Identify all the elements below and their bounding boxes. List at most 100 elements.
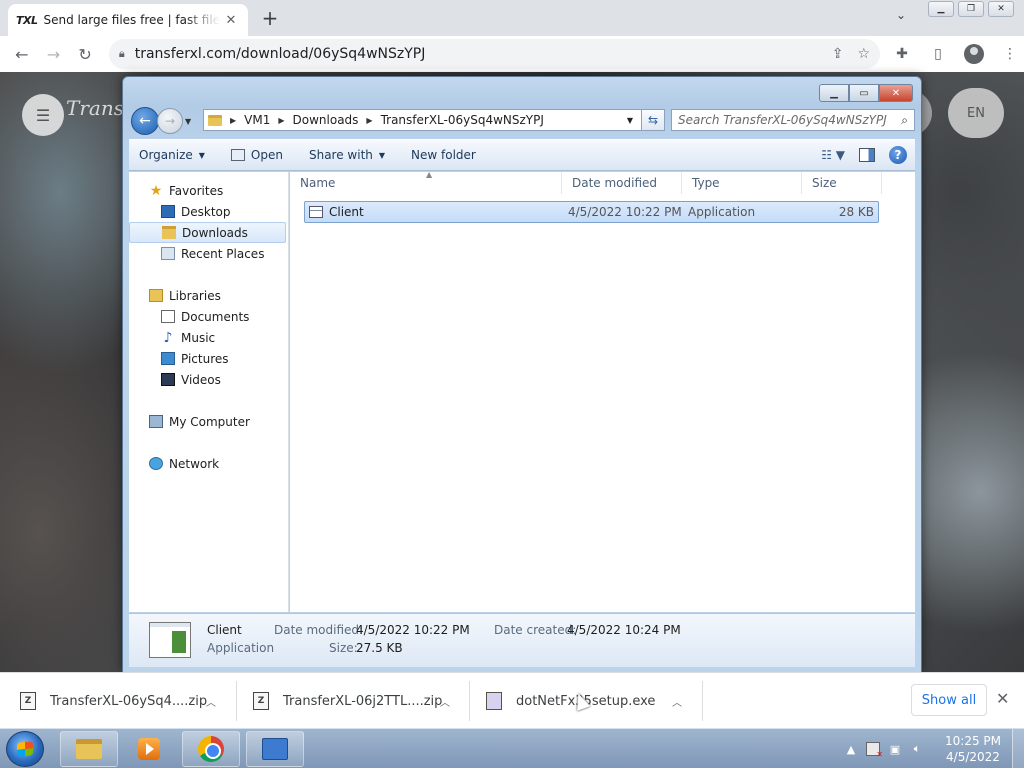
details-pane: Client Application Date modified: 4/5/20… [129,613,915,667]
show-hidden-icons-icon[interactable]: ▲ [844,742,858,756]
nav-network[interactable]: Network [129,453,288,474]
show-all-button[interactable]: Show all [911,684,987,716]
nav-documents[interactable]: Documents [129,306,288,327]
window-controls: ▁ ❐ ✕ [928,1,1014,17]
new-tab-icon[interactable]: + [258,6,282,30]
address-url[interactable]: transferxl.com/download/06ySq4wNSzYPJ [135,46,426,62]
control-panel-icon [262,738,288,760]
download-options-caret-icon[interactable]: ︿ [440,694,450,709]
column-header-date-modified[interactable]: Date modified [562,172,682,194]
download-item[interactable]: dotNetFx35setup.exe [486,673,655,729]
download-options-caret-icon[interactable]: ︿ [206,694,216,709]
help-icon[interactable]: ? [889,146,907,164]
address-bar[interactable]: 🔒︎ transferxl.com/download/06ySq4wNSzYPJ… [108,39,880,69]
download-item[interactable]: Z TransferXL-06ySq4....zip [20,673,207,729]
column-header-type[interactable]: Type [682,172,802,194]
explorer-address-bar[interactable]: ▶ VM1 ▶ Downloads ▶ TransferXL-06ySq4wNS… [203,109,665,131]
new-folder-label: New folder [411,148,476,162]
restore-icon[interactable]: ❐ [958,1,984,17]
taskbar-chrome-button[interactable] [182,731,240,767]
recent-pages-dropdown-icon[interactable]: ▼ [185,117,191,126]
explorer-search-box[interactable]: ⌕ [671,109,915,131]
nav-label: Downloads [182,225,248,240]
nav-favorites[interactable]: ★ Favorites [129,180,288,201]
tab-search-chevron-icon[interactable]: ⌄ [896,8,906,22]
tab-close-icon[interactable]: ✕ [222,11,240,29]
explorer-minimize-icon[interactable]: ▁ [819,84,849,102]
details-date-created-label: Date created: [494,623,577,637]
application-icon [309,206,323,218]
start-button-icon[interactable] [6,731,44,767]
new-folder-button[interactable]: New folder [411,148,476,162]
taskbar: ▲ ▣ 🔈︎ 10:25 PM 4/5/2022 [0,728,1024,768]
change-view-icon[interactable]: ☷ ▼ [821,148,845,162]
caret-down-icon: ▼ [198,150,205,160]
volume-icon[interactable]: 🔈︎ [910,742,924,756]
site-hamburger-menu-icon[interactable]: ☰ [22,94,64,136]
taskbar-explorer-button[interactable] [60,731,118,767]
close-download-bar-icon[interactable]: ✕ [996,689,1009,708]
minimize-icon[interactable]: ▁ [928,1,954,17]
back-arrow-icon[interactable]: ← [6,38,38,70]
explorer-nav-buttons: ← → ▼ [131,107,191,135]
nav-libraries[interactable]: Libraries [129,285,288,306]
chrome-menu-icon[interactable]: ⋮ [996,40,1024,68]
search-icon[interactable]: ⌕ [901,113,908,128]
close-icon[interactable]: ✕ [988,1,1014,17]
extensions-puzzle-icon[interactable]: ✚ [888,40,916,68]
nav-desktop[interactable]: Desktop [129,201,288,222]
zip-file-icon: Z [253,692,269,710]
browser-toolbar: ← → ↻ 🔒︎ transferxl.com/download/06ySq4w… [0,36,1024,72]
download-options-caret-icon[interactable]: ︿ [672,694,682,709]
taskbar-clock[interactable]: 10:25 PM 4/5/2022 [940,733,1006,765]
nav-music[interactable]: ♪ Music [129,327,288,348]
folder-icon [208,114,222,126]
forward-arrow-icon[interactable]: → [38,38,70,70]
taskbar-media-player-button[interactable] [120,731,178,767]
details-size-label: Size: [329,641,358,655]
column-header-size[interactable]: Size [802,172,882,194]
breadcrumb-downloads[interactable]: Downloads [293,113,359,127]
reload-icon[interactable]: ↻ [69,38,101,70]
nav-my-computer[interactable]: My Computer [129,411,288,432]
breadcrumb-current-folder[interactable]: TransferXL-06ySq4wNSzYPJ [381,113,544,127]
nav-pictures[interactable]: Pictures [129,348,288,369]
chevron-right-icon[interactable]: ▶ [230,116,236,125]
network-icon[interactable]: ▣ [888,742,902,756]
share-with-button[interactable]: Share with ▼ [309,148,385,162]
file-row[interactable]: Client 4/5/2022 10:22 PM Application 28 … [304,201,879,223]
explorer-search-input[interactable] [678,113,888,127]
explorer-forward-icon[interactable]: → [157,108,183,134]
side-panel-icon[interactable]: ▯ [924,40,952,68]
nav-label: Pictures [181,351,229,366]
profile-avatar-icon[interactable] [960,40,988,68]
nav-label: Music [181,330,216,345]
nav-label: Videos [181,372,221,387]
explorer-maximize-icon[interactable]: ▭ [849,84,879,102]
nav-recent-places[interactable]: Recent Places [129,243,288,264]
column-header-name[interactable]: Name ▲ [290,170,562,194]
refresh-icon[interactable]: ⇆ [641,109,665,131]
nav-videos[interactable]: Videos [129,369,288,390]
explorer-back-icon[interactable]: ← [131,107,159,135]
action-center-flag-icon[interactable] [866,742,883,759]
chevron-right-icon[interactable]: ▶ [366,116,372,125]
chevron-right-icon[interactable]: ▶ [278,116,284,125]
taskbar-control-panel-button[interactable] [246,731,304,767]
bookmark-star-icon[interactable]: ☆ [857,46,870,62]
organize-button[interactable]: Organize ▼ [139,148,205,162]
nav-downloads[interactable]: Downloads [129,222,286,243]
clock-date: 4/5/2022 [946,750,1000,764]
lock-icon[interactable]: 🔒︎ [119,47,125,61]
language-button[interactable]: EN [948,88,1004,138]
preview-pane-icon[interactable] [859,148,875,162]
browser-tab[interactable]: TXL Send large files free | fast file tr… [8,4,248,36]
address-dropdown-icon[interactable]: ▼ [622,116,638,125]
download-item[interactable]: Z TransferXL-06j2TTL....zip [253,673,442,729]
breadcrumb-vm1[interactable]: VM1 [244,113,270,127]
open-button[interactable]: Open [230,148,283,162]
explorer-command-bar: Organize ▼ Open Share with ▼ New folder … [129,139,915,171]
show-desktop-button[interactable] [1012,729,1024,768]
explorer-close-icon[interactable]: ✕ [879,84,913,102]
share-icon[interactable]: ⇪ [832,46,844,62]
